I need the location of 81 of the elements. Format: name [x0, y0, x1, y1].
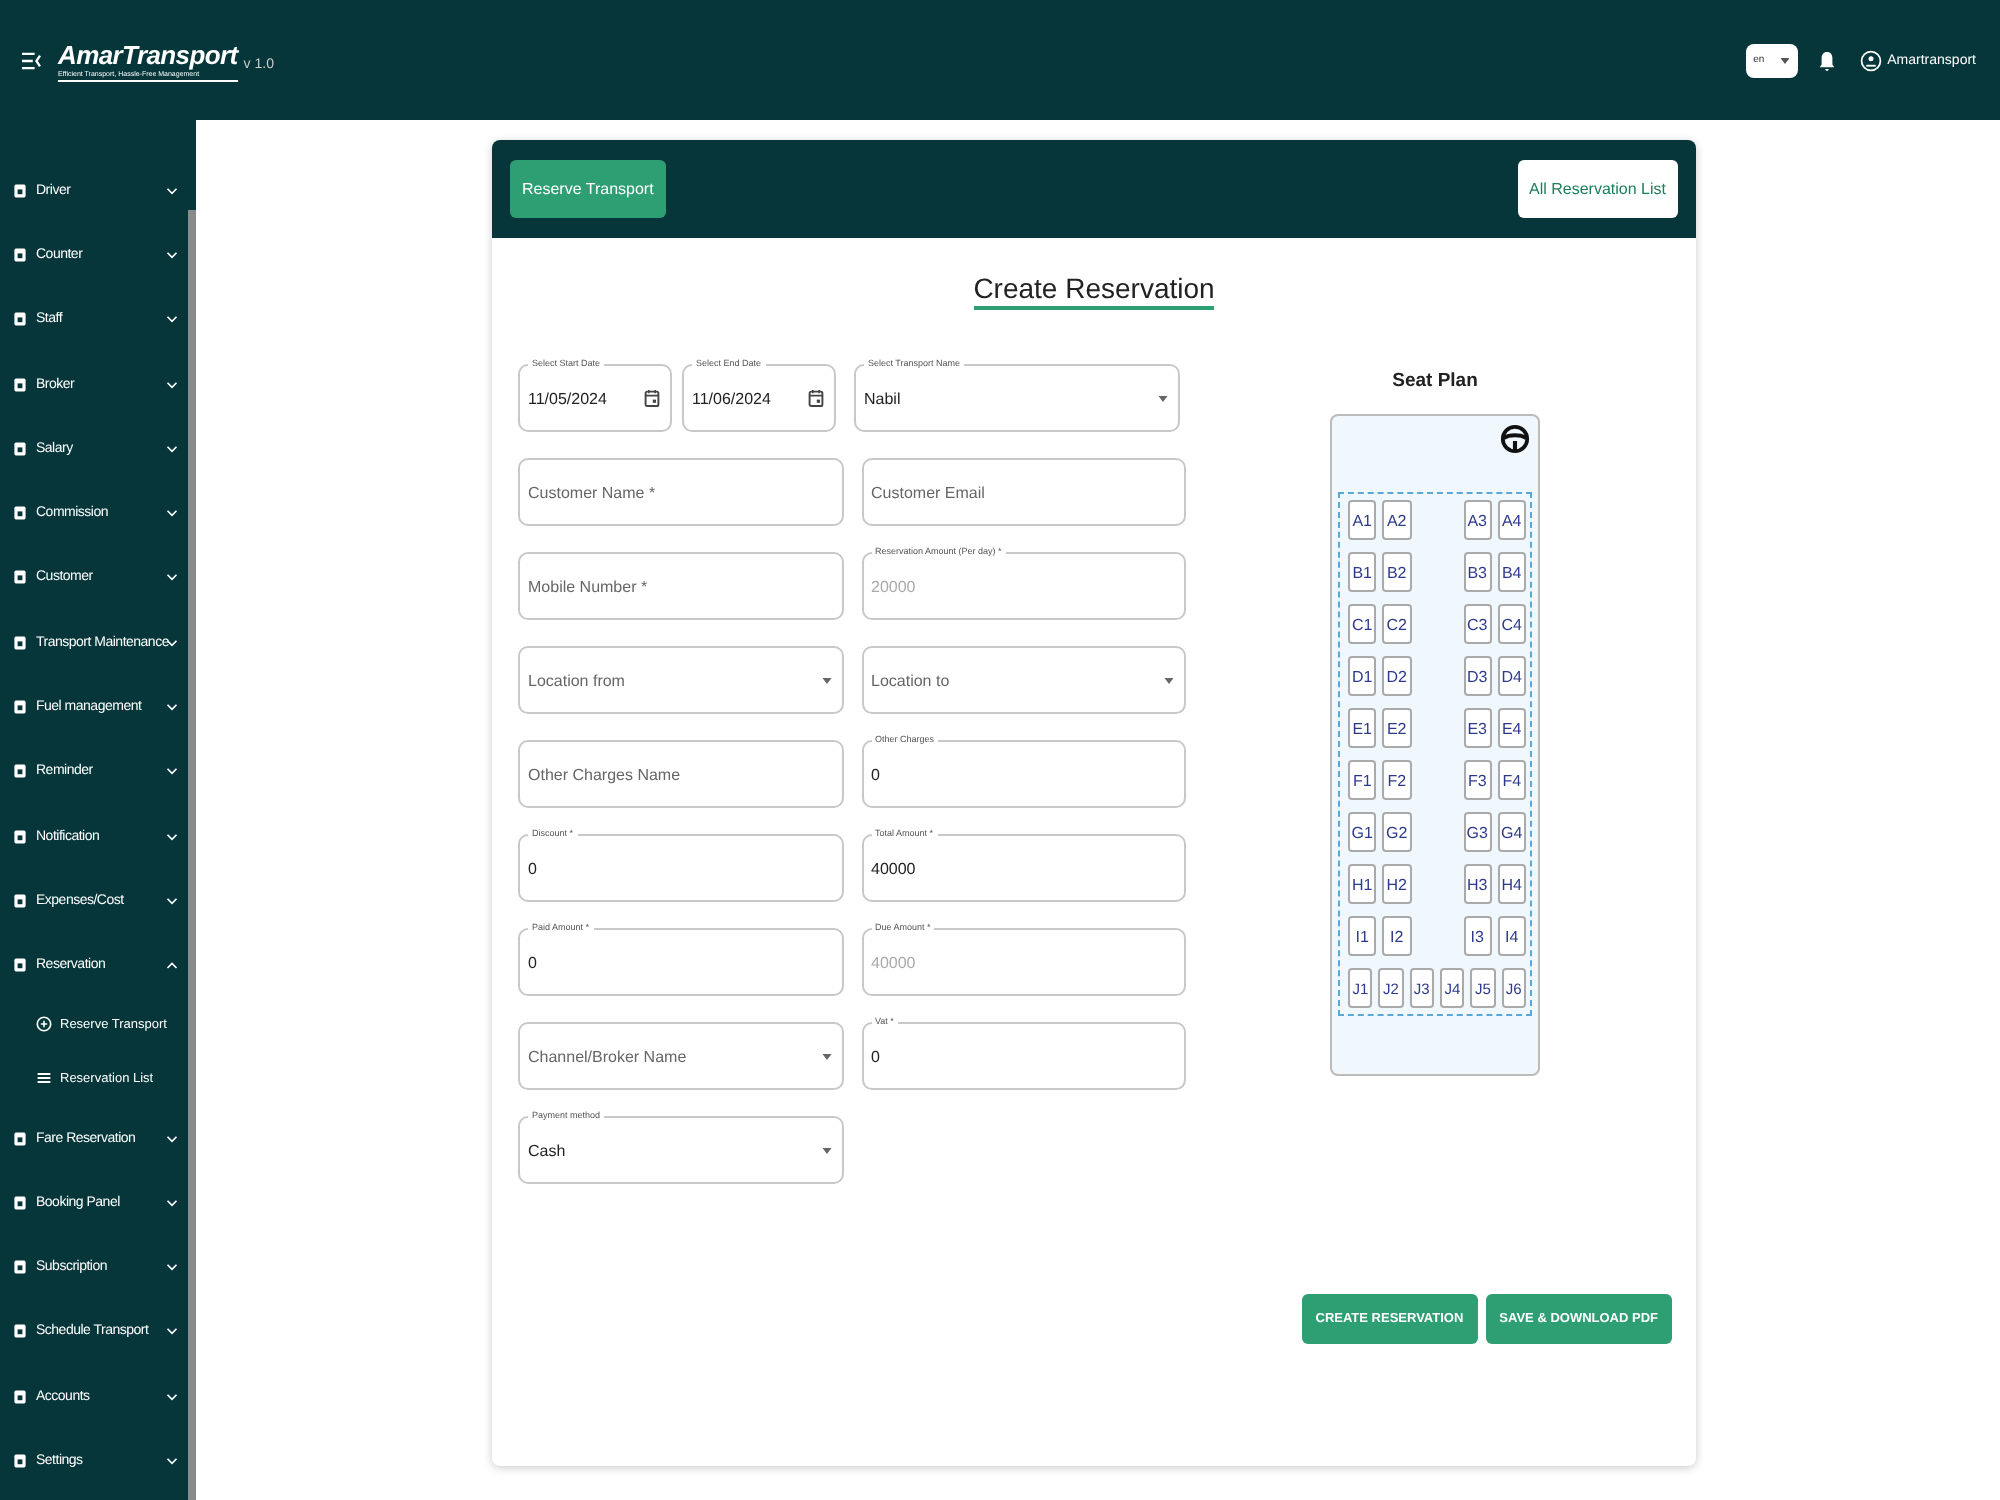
seat[interactable]: B2 — [1382, 552, 1411, 592]
menu-item-icon — [12, 375, 28, 394]
seat[interactable]: H3 — [1463, 864, 1492, 904]
input-field[interactable]: Mobile Number * — [518, 552, 843, 620]
seat[interactable]: C1 — [1348, 604, 1377, 644]
seat[interactable]: G4 — [1497, 812, 1526, 852]
menu-item-icon — [12, 698, 28, 717]
seat[interactable]: G3 — [1463, 812, 1492, 852]
seat[interactable]: I2 — [1382, 916, 1411, 956]
seat[interactable]: G1 — [1348, 812, 1377, 852]
seat[interactable]: C4 — [1497, 604, 1526, 644]
menu-item-icon — [12, 956, 28, 975]
input-field[interactable]: Customer Email — [861, 458, 1186, 526]
dropdown-icon[interactable] — [821, 1053, 831, 1059]
user-icon[interactable] — [1859, 49, 1882, 71]
seat[interactable]: B1 — [1348, 552, 1377, 592]
notification-bell-icon[interactable] — [1817, 49, 1836, 71]
steering-wheel-icon — [1500, 424, 1530, 454]
dropdown-icon[interactable] — [822, 1147, 832, 1153]
seat[interactable]: F2 — [1382, 760, 1411, 800]
seat[interactable]: F1 — [1348, 760, 1377, 800]
menu-item-icon — [12, 1322, 28, 1341]
seat[interactable]: D4 — [1497, 656, 1526, 696]
seat[interactable]: A2 — [1382, 500, 1411, 540]
menu-item-icon — [12, 245, 28, 264]
seat[interactable]: H2 — [1382, 864, 1411, 904]
menu-item-icon — [12, 1258, 28, 1277]
menu-item-icon — [12, 504, 28, 523]
seat[interactable]: E1 — [1348, 708, 1377, 748]
menu-item-icon — [12, 1387, 28, 1406]
dropdown-icon[interactable] — [1158, 395, 1168, 401]
brand-name: AmarTransport — [58, 39, 238, 69]
seat[interactable]: I4 — [1497, 916, 1526, 956]
seat[interactable]: B4 — [1497, 552, 1526, 592]
menu-item-icon — [12, 633, 28, 652]
seat[interactable]: G2 — [1382, 812, 1411, 852]
add-circle-icon — [36, 1016, 52, 1033]
calendar-icon[interactable] — [808, 388, 824, 408]
seat[interactable]: B3 — [1463, 552, 1492, 592]
menu-item-icon — [12, 310, 28, 329]
seat[interactable]: A1 — [1348, 500, 1377, 540]
seat[interactable]: C3 — [1463, 604, 1492, 644]
input-field[interactable]: Other Charges Name — [518, 740, 843, 808]
seat[interactable]: C2 — [1382, 604, 1411, 644]
seat[interactable]: A4 — [1497, 500, 1526, 540]
dropdown-icon — [1779, 57, 1790, 63]
seat-plan-title: Seat Plan — [1392, 370, 1478, 392]
seat[interactable]: F4 — [1497, 760, 1526, 800]
seat[interactable]: A3 — [1463, 500, 1492, 540]
menu-item-icon — [12, 891, 28, 910]
menu-item-icon — [12, 181, 28, 200]
menu-icon[interactable] — [20, 51, 42, 69]
menu-item-icon — [12, 1129, 28, 1147]
seat[interactable]: D2 — [1382, 656, 1411, 696]
menu-item-icon — [12, 1193, 28, 1212]
menu-item-icon — [12, 439, 28, 458]
seat[interactable]: E3 — [1463, 708, 1492, 748]
seat[interactable]: F3 — [1463, 760, 1492, 800]
input-field[interactable]: Customer Name * — [518, 458, 843, 526]
dropdown-icon[interactable] — [1164, 677, 1174, 683]
list-icon — [36, 1070, 52, 1087]
dropdown-icon[interactable] — [821, 677, 831, 683]
calendar-icon[interactable] — [644, 388, 660, 408]
seat[interactable]: D3 — [1463, 656, 1492, 696]
input-field[interactable]: Channel/Broker Name — [518, 1022, 843, 1090]
menu-item-icon — [12, 762, 28, 781]
form-title: Create Reservation — [973, 272, 1215, 310]
seat[interactable]: D1 — [1348, 656, 1377, 696]
menu-item-icon — [12, 1451, 28, 1470]
seat[interactable]: I3 — [1463, 916, 1492, 956]
scrollbar[interactable] — [188, 210, 196, 1500]
menu-item-icon — [12, 568, 28, 587]
seat[interactable]: E2 — [1382, 708, 1411, 748]
all-reservations-button[interactable]: All Reservation List — [1517, 160, 1678, 218]
menu-item-icon — [12, 827, 28, 846]
input-field[interactable]: Location to — [861, 646, 1186, 714]
seat[interactable]: H4 — [1497, 864, 1526, 904]
seat[interactable]: I1 — [1348, 916, 1377, 956]
seat[interactable]: E4 — [1497, 708, 1526, 748]
seat[interactable]: H1 — [1348, 864, 1377, 904]
input-field[interactable]: Location from — [518, 646, 843, 714]
